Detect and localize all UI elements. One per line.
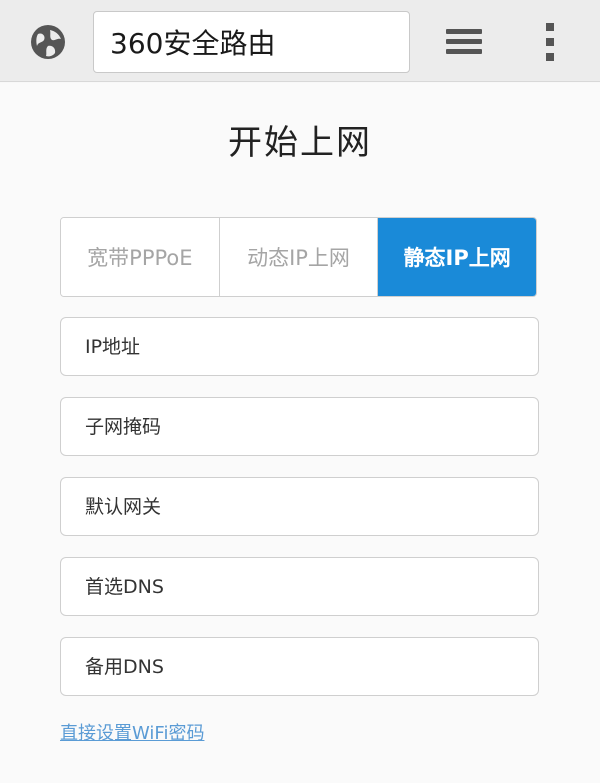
more-vertical-icon[interactable]: [532, 16, 568, 68]
gateway-input[interactable]: [60, 477, 539, 536]
tabs-stack-icon[interactable]: [440, 22, 488, 62]
tab-pppoe[interactable]: 宽带PPPoE: [61, 218, 219, 296]
address-text: 360安全路由: [110, 27, 276, 60]
set-wifi-password-link[interactable]: 直接设置WiFi密码: [60, 719, 204, 745]
tab-static-ip[interactable]: 静态IP上网: [377, 218, 536, 296]
subnet-mask-input[interactable]: [60, 397, 539, 456]
secondary-dns-input[interactable]: [60, 637, 539, 696]
primary-dns-input[interactable]: [60, 557, 539, 616]
address-bar[interactable]: 360安全路由: [93, 11, 410, 73]
tab-dynamic-ip[interactable]: 动态IP上网: [218, 218, 378, 296]
connection-mode-tabs: 宽带PPPoE 动态IP上网 静态IP上网: [60, 217, 537, 297]
page-content: 开始上网 宽带PPPoE 动态IP上网 静态IP上网 直接设置WiFi密码: [0, 83, 600, 783]
page-title: 开始上网: [228, 123, 372, 163]
browser-toolbar: 360安全路由: [0, 0, 600, 82]
ip-address-input[interactable]: [60, 317, 539, 376]
globe-icon[interactable]: [26, 20, 70, 64]
